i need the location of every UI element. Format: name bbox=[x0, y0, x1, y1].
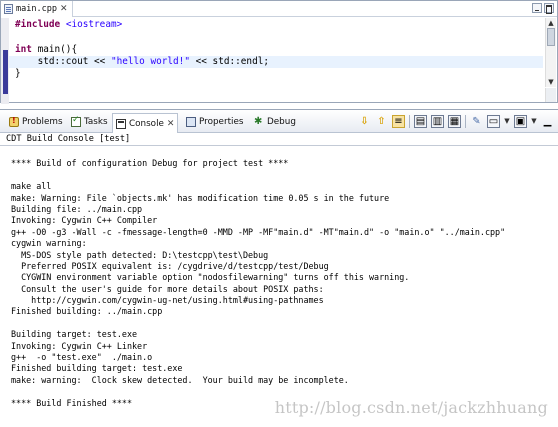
console-line: Preferred POSIX equivalent is: /cygdrive… bbox=[11, 260, 329, 271]
scroll-lock-toggle-icon[interactable]: ▥ bbox=[431, 115, 444, 128]
watermark: http://blog.csdn.net/jackzhhuang bbox=[274, 398, 548, 417]
editor-window-controls bbox=[532, 3, 554, 13]
views-tab-bar: Problems Tasks Console ✕ Properties ✱ De… bbox=[0, 109, 558, 133]
cpp-file-icon bbox=[4, 4, 13, 14]
console-title: CDT Build Console [test] bbox=[0, 133, 558, 146]
close-icon[interactable]: ✕ bbox=[167, 119, 175, 129]
minimize-button[interactable] bbox=[532, 3, 542, 13]
console-line: make: Warning: File `objects.mk' has mod… bbox=[11, 192, 390, 203]
code-token: #include bbox=[15, 19, 66, 30]
chevron-down-icon[interactable]: ▼ bbox=[531, 115, 537, 128]
code-line[interactable] bbox=[15, 31, 543, 43]
console-line: Finished building: ../main.cpp bbox=[11, 306, 163, 317]
editor-gutter bbox=[1, 18, 9, 104]
console-line: g++ -o "test.exe" ./main.o bbox=[11, 352, 153, 363]
console-line: Consult the user's guide for more detail… bbox=[11, 283, 324, 294]
code-line[interactable]: #include <iostream> bbox=[15, 19, 543, 31]
build-console-output[interactable]: **** Build of configuration Debug for pr… bbox=[0, 147, 558, 427]
tab-properties-label: Properties bbox=[199, 117, 244, 127]
tab-console-label: Console bbox=[129, 118, 164, 129]
previous-error-arrow-icon[interactable]: ⇧ bbox=[375, 115, 388, 128]
console-text: **** Build of configuration Debug for pr… bbox=[11, 147, 505, 409]
console-line: cygwin warning: bbox=[11, 238, 87, 249]
console-line: make: warning: Clock skew detected. Your… bbox=[11, 374, 349, 385]
close-icon[interactable]: ✕ bbox=[60, 4, 68, 14]
change-marker bbox=[3, 50, 8, 94]
console-line: Building file: ../main.cpp bbox=[11, 203, 143, 214]
bug-icon: ✱ bbox=[254, 116, 263, 127]
toolbar-separator bbox=[409, 115, 410, 128]
editor-vertical-scrollbar[interactable]: ▲ ▼ bbox=[545, 18, 556, 87]
console-icon bbox=[116, 118, 126, 129]
minimize-view-icon[interactable]: ▁ bbox=[541, 115, 554, 128]
scrollbar-thumb[interactable] bbox=[547, 28, 555, 46]
console-line: make all bbox=[11, 181, 52, 192]
tab-properties[interactable]: Properties bbox=[183, 113, 246, 131]
tab-console[interactable]: Console ✕ bbox=[112, 113, 179, 133]
code-line[interactable]: int main(){ bbox=[15, 44, 543, 56]
tab-debug[interactable]: ✱ Debug bbox=[251, 113, 299, 131]
copy-build-log-icon[interactable]: ▤ bbox=[414, 115, 427, 128]
scroll-down-arrow-icon[interactable]: ▼ bbox=[546, 77, 556, 87]
editor-tab-label: main.cpp bbox=[16, 4, 57, 14]
console-line: MS-DOS style path detected: D:\testcpp\t… bbox=[11, 249, 269, 260]
code-token: int bbox=[15, 43, 32, 55]
properties-icon bbox=[186, 117, 196, 127]
code-token: << std::endl; bbox=[189, 55, 270, 67]
clear-console-icon[interactable]: ▦ bbox=[448, 115, 461, 128]
code-token: } bbox=[15, 68, 21, 80]
code-token: <iostream> bbox=[65, 19, 123, 30]
tab-tasks-label: Tasks bbox=[84, 117, 108, 127]
console-line: Invoking: Cygwin C++ Compiler bbox=[11, 215, 158, 226]
code-editor[interactable]: main.cpp ✕ #include <iostream> int main(… bbox=[0, 0, 558, 104]
code-line[interactable]: std::cout << "hello world!" << std::endl… bbox=[9, 55, 543, 69]
scrollbar-corner bbox=[545, 88, 556, 102]
tab-debug-label: Debug bbox=[267, 117, 296, 127]
editor-tab-bar: main.cpp ✕ bbox=[1, 1, 557, 17]
open-console-icon[interactable]: ▣ bbox=[514, 115, 527, 128]
code-token: main(){ bbox=[31, 43, 78, 55]
chevron-down-icon[interactable]: ▼ bbox=[504, 115, 510, 128]
editor-tab-main-cpp[interactable]: main.cpp ✕ bbox=[1, 1, 73, 17]
tab-tasks[interactable]: Tasks bbox=[68, 113, 111, 131]
scroll-lock-icon[interactable]: ≡ bbox=[392, 115, 405, 128]
maximize-button[interactable] bbox=[544, 3, 554, 13]
problems-icon bbox=[9, 116, 19, 127]
console-line: Building target: test.exe bbox=[11, 329, 138, 340]
console-line: http://cygwin.com/cygwin-ug-net/using.ht… bbox=[11, 295, 324, 306]
console-line: CYGWIN environment variable option "nodo… bbox=[11, 272, 410, 283]
code-line[interactable]: } bbox=[15, 68, 543, 80]
code-token: "hello world!" bbox=[110, 55, 190, 67]
code-token: std::cout << bbox=[15, 55, 111, 67]
console-line: **** Build of configuration Debug for pr… bbox=[11, 158, 289, 169]
pin-console-icon[interactable]: ✎ bbox=[470, 115, 483, 128]
tab-problems-label: Problems bbox=[22, 117, 63, 127]
next-error-arrow-icon[interactable]: ⇩ bbox=[358, 115, 371, 128]
tasks-icon bbox=[71, 115, 81, 127]
console-line: g++ -O0 -g3 -Wall -c -fmessage-length=0 … bbox=[11, 226, 506, 237]
console-toolbar: ⇩ ⇧ ≡ ▤ ▥ ▦ ✎ ▭ ▼ ▣ ▼ ▁ bbox=[358, 115, 554, 128]
tab-problems[interactable]: Problems bbox=[6, 113, 66, 131]
scroll-up-arrow-icon[interactable]: ▲ bbox=[546, 18, 556, 28]
display-console-icon[interactable]: ▭ bbox=[487, 115, 500, 128]
toolbar-separator bbox=[465, 115, 466, 128]
code-area[interactable]: #include <iostream> int main(){ std::cou… bbox=[9, 19, 543, 80]
console-line: Invoking: Cygwin C++ Linker bbox=[11, 340, 148, 351]
console-line: Finished building target: test.exe bbox=[11, 363, 183, 374]
